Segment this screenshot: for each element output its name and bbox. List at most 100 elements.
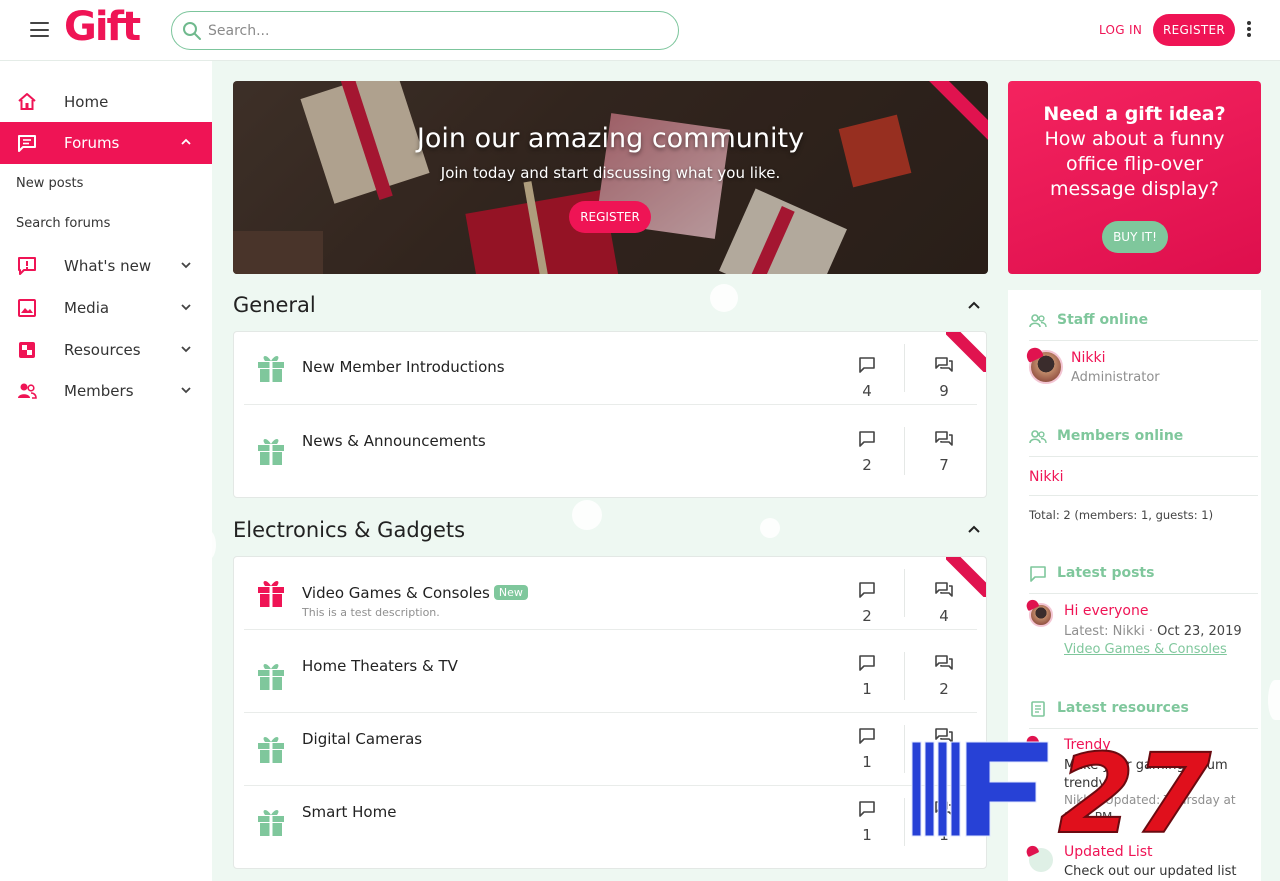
forum-title[interactable]: Smart Home (302, 803, 396, 821)
new-badge: New (493, 585, 528, 600)
chevron-up-icon[interactable] (180, 136, 192, 148)
forum-title[interactable]: News & Announcements (302, 432, 486, 450)
gift-forum-icon (258, 356, 284, 382)
snowflake-decoration (710, 284, 738, 312)
promo-text: Need a gift idea? How about a funny offi… (1022, 102, 1247, 202)
login-link[interactable]: LOG IN (1099, 23, 1142, 37)
sidebar-item-members[interactable]: Members (0, 370, 212, 412)
threads-count: 1 (862, 753, 872, 771)
gift-forum-icon (258, 810, 284, 836)
forum-node[interactable]: Home Theaters & TV 1 2 (244, 640, 977, 713)
gift-forum-icon (258, 439, 284, 465)
node-list-electronics: Video Games & Consoles New This is a test… (233, 556, 987, 869)
online-total: Total: 2 (members: 1, guests: 1) (1029, 508, 1214, 522)
watermark-logo: 27 (911, 740, 1213, 840)
divider (1029, 728, 1258, 729)
divider (1029, 495, 1258, 496)
latest-post-author[interactable]: Latest: Nikki (1064, 624, 1145, 639)
banner-register-button[interactable]: REGISTER (569, 201, 651, 233)
members-online-heading: Members online (1029, 428, 1183, 444)
chevron-down-icon[interactable] (180, 301, 192, 313)
threads-stat: 4 (847, 356, 887, 400)
promo-card: Need a gift idea? How about a funny offi… (1008, 81, 1261, 274)
staff-online-heading: Staff online (1029, 312, 1148, 328)
messages-icon (935, 582, 953, 597)
messages-count: 4 (939, 607, 949, 625)
messages-stat: 7 (924, 430, 964, 474)
sidebar-item-whats-new[interactable]: What's new (0, 245, 212, 287)
stat-divider (904, 569, 905, 617)
online-member-name[interactable]: Nikki (1029, 469, 1063, 485)
search-box[interactable] (171, 11, 679, 50)
forum-description: This is a test description. (302, 606, 440, 619)
members-icon (18, 383, 37, 399)
latest-resources-title: Latest resources (1057, 700, 1189, 716)
menu-icon[interactable] (30, 22, 49, 37)
chevron-down-icon[interactable] (180, 343, 192, 355)
category-title-general[interactable]: General (233, 293, 316, 317)
promo-body-text: How about a funny office flip-over messa… (1044, 128, 1225, 200)
sidebar-item-resources[interactable]: Resources (0, 329, 212, 371)
threads-stat: 1 (847, 800, 887, 844)
sidebar-subitem-search-forums[interactable]: Search forums (16, 216, 110, 231)
forum-node[interactable]: News & Announcements 2 7 (244, 415, 977, 488)
threads-count: 2 (862, 607, 872, 625)
latest-post-date: Oct 23, 2019 (1157, 624, 1242, 639)
collapse-category-icon[interactable] (966, 297, 982, 313)
forum-node[interactable]: Digital Cameras 1 2 (244, 713, 977, 786)
staff-member-name[interactable]: Nikki (1071, 350, 1105, 366)
snowflake-decoration (200, 530, 216, 560)
latest-post-title[interactable]: Hi everyone (1064, 603, 1148, 619)
forum-title[interactable]: Digital Cameras (302, 730, 422, 748)
sidebar-item-label: Members (64, 382, 134, 400)
site-logo[interactable]: Gift (64, 4, 141, 50)
latest-posts-heading: Latest posts (1029, 565, 1154, 582)
divider (1029, 340, 1258, 341)
comment-icon (1030, 566, 1046, 582)
sidebar-item-label: Forums (64, 134, 120, 152)
collapse-category-icon[interactable] (966, 521, 982, 537)
sidebar-subitem-new-posts[interactable]: New posts (16, 176, 83, 191)
members-online-title: Members online (1057, 428, 1184, 444)
threads-icon (859, 357, 875, 373)
register-button[interactable]: REGISTER (1153, 14, 1235, 46)
more-options-icon[interactable] (1245, 21, 1253, 39)
svg-text:27: 27 (1058, 740, 1212, 840)
top-bar: Gift LOG IN REGISTER (0, 0, 1280, 61)
messages-count: 7 (939, 456, 949, 474)
threads-stat: 1 (847, 727, 887, 771)
forums-icon (18, 135, 36, 152)
forum-title[interactable]: New Member Introductions (302, 358, 505, 376)
search-input[interactable] (208, 20, 648, 42)
hero-banner: Join our amazing community Join today an… (233, 81, 988, 274)
sidebar-item-home[interactable]: Home (0, 81, 212, 123)
buy-it-button[interactable]: BUY IT! (1102, 221, 1168, 253)
forum-node[interactable]: New Member Introductions 4 9 (244, 332, 977, 405)
node-list-general: New Member Introductions 4 9 News & Anno… (233, 331, 987, 498)
threads-stat: 2 (847, 430, 887, 474)
chevron-down-icon[interactable] (180, 384, 192, 396)
chevron-down-icon[interactable] (180, 259, 192, 271)
sidebar-item-label: Home (64, 93, 109, 111)
users-icon (1029, 430, 1047, 444)
forum-node[interactable]: Video Games & Consoles New This is a test… (244, 557, 977, 630)
category-title-electronics[interactable]: Electronics & Gadgets (233, 518, 465, 542)
sidebar-item-media[interactable]: Media (0, 287, 212, 329)
stat-divider (904, 344, 905, 392)
threads-icon (859, 801, 875, 817)
latest-resources-heading: Latest resources (1029, 700, 1189, 717)
messages-icon (935, 357, 953, 372)
forum-title[interactable]: Video Games & Consoles New (302, 584, 528, 602)
messages-stat: 2 (924, 654, 964, 698)
forum-title-text[interactable]: Video Games & Consoles (302, 584, 490, 602)
resource-title[interactable]: Updated List (1064, 844, 1153, 860)
threads-stat: 1 (847, 654, 887, 698)
sidebar-item-forums[interactable]: Forums (0, 122, 212, 164)
threads-icon (859, 728, 875, 744)
latest-post-forum-link[interactable]: Video Games & Consoles (1064, 642, 1227, 657)
forum-node[interactable]: Smart Home 1 1 (244, 786, 977, 859)
threads-icon (859, 655, 875, 671)
staff-online-title: Staff online (1057, 312, 1149, 328)
home-icon (18, 93, 36, 110)
forum-title[interactable]: Home Theaters & TV (302, 657, 458, 675)
